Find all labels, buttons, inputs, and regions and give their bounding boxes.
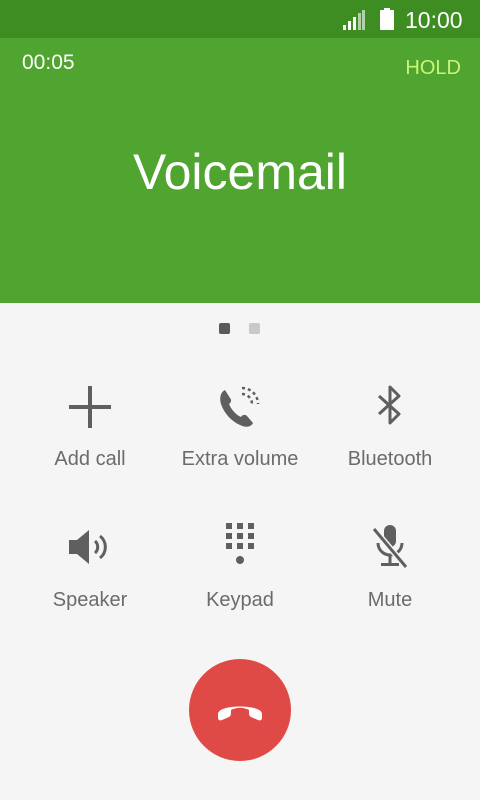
page-indicator [0, 323, 480, 335]
extra-volume-icon [220, 386, 260, 427]
action-label: Speaker [52, 589, 128, 611]
bluetooth-button[interactable]: Bluetooth [315, 382, 465, 502]
action-label: Add call [54, 448, 126, 470]
hold-button[interactable]: HOLD [405, 56, 461, 80]
caller-name: Voicemail [133, 144, 347, 200]
bluetooth-icon [377, 385, 401, 425]
keypad-icon [226, 523, 254, 564]
call-header: 00:05 HOLD Voicemail [0, 38, 480, 303]
signal-icon [343, 10, 365, 30]
status-time: 10:00 [405, 7, 463, 33]
page-dot-inactive[interactable] [249, 323, 260, 334]
mute-button[interactable]: Mute [315, 523, 465, 643]
speaker-button[interactable]: Speaker [15, 523, 165, 643]
page-dot-active[interactable] [219, 323, 230, 334]
call-duration: 00:05 [22, 51, 75, 74]
add-call-button[interactable]: Add call [15, 382, 165, 502]
extra-volume-button[interactable]: Extra volume [165, 382, 315, 502]
mute-icon [371, 525, 409, 569]
status-bar: 10:00 [0, 0, 480, 38]
end-call-icon [218, 706, 262, 721]
speaker-icon [69, 530, 107, 564]
action-label: Mute [367, 589, 413, 611]
action-label: Extra volume [181, 448, 299, 470]
battery-icon [380, 8, 394, 30]
plus-icon [69, 386, 111, 428]
action-label: Bluetooth [347, 448, 433, 470]
keypad-button[interactable]: Keypad [165, 523, 315, 643]
action-label: Keypad [206, 589, 274, 611]
end-call-button[interactable] [189, 659, 291, 761]
